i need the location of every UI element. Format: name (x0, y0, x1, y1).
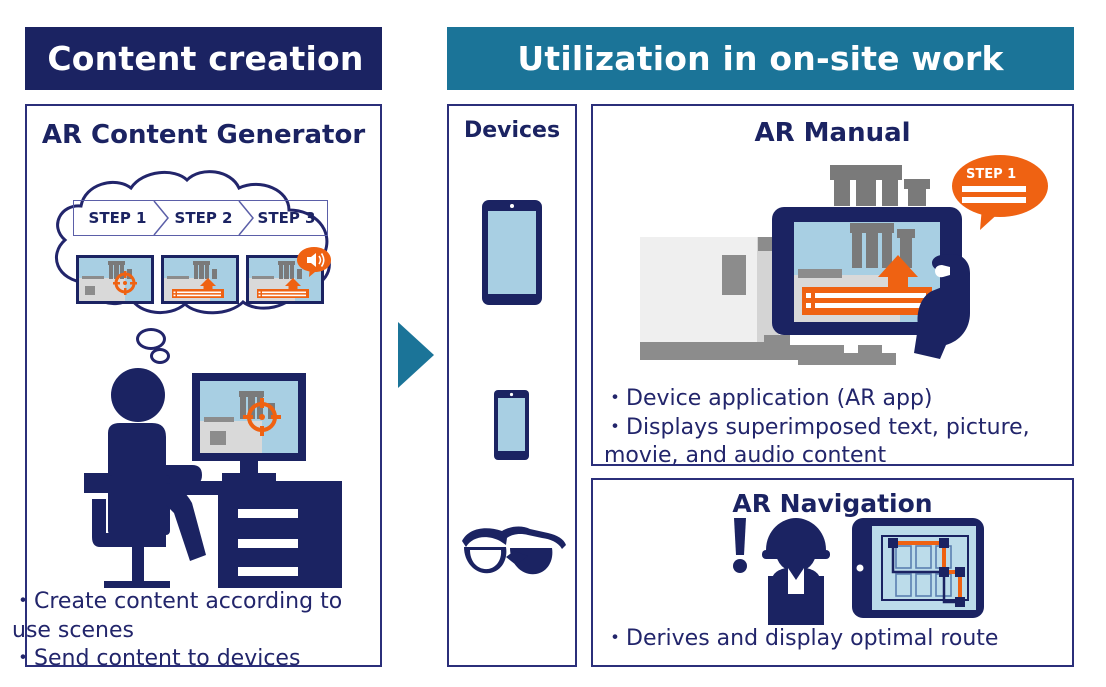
step-chevron-2-icon (238, 200, 254, 236)
step-1: STEP 1 (73, 200, 161, 236)
bullet-displays-superimposed: ・Displays superimposed text, picture, mo… (604, 414, 1037, 469)
bullets-ar-navigation: ・Derives and display optimal route (604, 625, 1074, 654)
header-content-creation-label: Content creation (47, 39, 364, 78)
step-chevron-1-icon (153, 200, 169, 236)
panel-title-devices: Devices (463, 118, 561, 143)
step-flow-strip: STEP 1 STEP 2 STEP 3 (73, 200, 328, 236)
panel-title-ar-manual: AR Manual (754, 118, 911, 148)
header-content-creation: Content creation (25, 27, 382, 90)
header-utilization-label: Utilization in on-site work (517, 39, 1004, 78)
bullets-ar-manual: ・Device application (AR app) ・Displays s… (604, 385, 1074, 471)
audio-speaker-badge-icon (297, 247, 331, 277)
step-callout-label: STEP 1 (966, 167, 1016, 182)
header-utilization: Utilization in on-site work (447, 27, 1074, 90)
smart-glasses-icon (462, 526, 566, 575)
bullet-device-application: ・Device application (AR app) (604, 386, 933, 411)
flow-arrow-icon (398, 322, 434, 388)
ar-navigation-illustration (733, 518, 984, 625)
step-3: STEP 3 (246, 200, 328, 236)
bullet-create-content: ・Create content according to use scenes (12, 589, 350, 643)
step-thumbnail-1 (76, 255, 154, 304)
bullet-send-content: ・Send content to devices (12, 646, 301, 672)
tablet-icon (482, 200, 542, 305)
step-2-label: STEP 2 (174, 209, 233, 227)
panel-title-generator: AR Content Generator (41, 120, 366, 150)
smartphone-icon (494, 390, 529, 460)
step-thumbnail-2 (161, 255, 239, 304)
step-3-label: STEP 3 (257, 209, 316, 227)
bullet-derives-route: ・Derives and display optimal route (604, 626, 999, 651)
step-callout-bubble: STEP 1 (952, 155, 1048, 230)
thought-bubble-small-icon (136, 328, 166, 350)
step-2: STEP 2 (161, 200, 246, 236)
person-at-computer-icon (84, 368, 342, 588)
bullets-content-creation: ・Create content according to use scenes … (12, 588, 357, 674)
step-1-label: STEP 1 (88, 209, 147, 227)
